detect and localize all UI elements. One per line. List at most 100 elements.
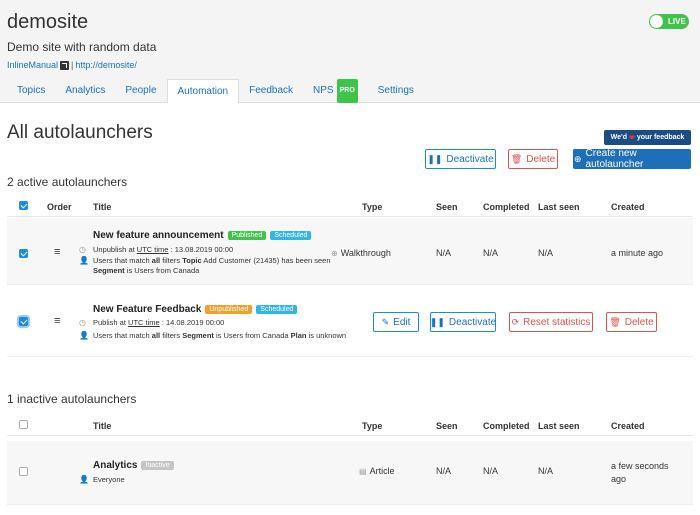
status-badge-unpublished: Unpublished: [205, 305, 253, 314]
seg-emph: all: [151, 256, 161, 265]
site-url-link[interactable]: http://demosite/: [75, 60, 137, 70]
select-all-active-checkbox[interactable]: [19, 201, 28, 210]
seg-emph: Segment: [182, 331, 214, 340]
status-badge-scheduled: Scheduled: [256, 305, 298, 314]
active-table-header: Order Title Type Seen Completed Last see…: [7, 199, 693, 217]
utc-time-link[interactable]: UTC time: [137, 245, 169, 254]
autolauncher-title[interactable]: New feature announcement Published Sched…: [93, 230, 312, 241]
status-badge-inactive: Inactive: [141, 461, 174, 470]
user-icon: 👤: [79, 475, 89, 484]
col-completed: Completed: [483, 202, 530, 212]
inactive-table-header: Title Type Seen Completed Last seen Crea…: [7, 418, 693, 436]
clock-icon: ◷: [79, 245, 86, 254]
deactivate-label: Deactivate: [448, 316, 497, 328]
clock-icon: ◷: [79, 318, 86, 327]
bulk-delete-button[interactable]: 🗑 Delete: [508, 149, 558, 169]
created-value: a minute ago: [611, 248, 664, 258]
type-value: Article: [369, 466, 395, 476]
seen-value: N/A: [436, 466, 452, 476]
status-badge-scheduled: Scheduled: [270, 231, 312, 240]
autolauncher-title[interactable]: New Feature Feedback Unpublished Schedul…: [93, 304, 298, 315]
site-title: demosite: [7, 11, 89, 33]
trash-icon: 🗑: [510, 153, 523, 164]
select-all-inactive-checkbox[interactable]: [19, 420, 28, 429]
drag-handle-icon[interactable]: ≡: [54, 316, 63, 327]
schedule-info: Unpublish at UTC time : 13.08.2019 00:00: [93, 245, 233, 255]
row-checkbox[interactable]: [19, 249, 28, 258]
seg-text: Add Customer (21435) has been seen: [203, 256, 331, 265]
created-line-2: ago: [611, 474, 627, 484]
col-seen: Seen: [436, 202, 458, 212]
reset-statistics-button[interactable]: ⟳ Reset statistics: [509, 312, 593, 332]
tab-feedback[interactable]: Feedback: [239, 79, 303, 103]
col-type: Type: [362, 202, 383, 212]
seg-emph: Topic: [182, 256, 202, 265]
link-separator: |: [71, 60, 74, 70]
seg-emph: Plan: [290, 331, 307, 340]
tab-automation[interactable]: Automation: [166, 79, 240, 104]
live-toggle[interactable]: LIVE: [649, 14, 689, 29]
user-icon: 👤: [79, 331, 89, 340]
row-checkbox[interactable]: [19, 467, 28, 476]
site-description: Demo site with random data: [7, 40, 157, 54]
bulk-delete-label: Delete: [526, 153, 556, 165]
schedule-prefix: Unpublish at: [93, 245, 135, 254]
create-autolauncher-button[interactable]: ⊕ Create new autolauncher: [573, 148, 691, 170]
status-badge-published: Published: [227, 231, 267, 240]
delete-button[interactable]: 🗑 Delete: [606, 312, 657, 332]
pause-icon: ❚❚: [427, 153, 443, 164]
live-label: LIVE: [668, 17, 686, 26]
brand-link[interactable]: InlineManual: [7, 60, 58, 70]
table-row[interactable]: ≡ New Feature Feedback Unpublished Sched…: [7, 289, 693, 357]
trash-icon: 🗑: [609, 316, 621, 327]
site-links: InlineManual | http://demosite/: [7, 60, 137, 70]
table-row[interactable]: ≡ New feature announcement Published Sch…: [7, 218, 693, 285]
completed-value: N/A: [483, 248, 499, 258]
edit-label: Edit: [393, 316, 411, 328]
site-header: demosite Demo site with random data Inli…: [0, 0, 700, 104]
created-value: a few seconds ago: [611, 460, 669, 486]
col-last-seen: Last seen: [538, 421, 580, 431]
seg-text: filters: [162, 256, 181, 265]
table-row[interactable]: Analytics Inactive 👤 Everyone ▤ Article N…: [7, 441, 693, 505]
seg-text: Users that match: [93, 256, 150, 265]
tab-analytics[interactable]: Analytics: [55, 79, 115, 103]
deactivate-button[interactable]: ❚❚ Deactivate: [430, 312, 496, 332]
external-link-icon[interactable]: [60, 60, 70, 70]
autolauncher-title-text: New Feature Feedback: [93, 304, 202, 315]
schedule-info: Publish at UTC time : 14.08.2019 00:00: [93, 318, 224, 328]
tab-topics[interactable]: Topics: [7, 79, 55, 103]
schedule-value: : 13.08.2019 00:00: [170, 245, 234, 254]
autolauncher-title-text: New feature announcement: [93, 230, 224, 241]
seg-text: is Users from Canada: [216, 331, 289, 340]
seg-emph: all: [151, 331, 161, 340]
tab-people[interactable]: People: [115, 79, 166, 103]
tab-settings[interactable]: Settings: [368, 79, 424, 103]
schedule-value: : 14.08.2019 00:00: [161, 318, 225, 327]
heart-icon: ❤: [628, 134, 635, 142]
type-value: Walkthrough: [340, 248, 391, 258]
schedule-prefix: Publish at: [93, 318, 126, 327]
seg-text: Users that match: [93, 331, 150, 340]
utc-time-link[interactable]: UTC time: [128, 318, 160, 327]
edit-button[interactable]: ✎ Edit: [373, 312, 419, 332]
col-created: Created: [611, 421, 645, 431]
last-seen-value: N/A: [538, 466, 554, 476]
segment-info: Users that match all filters Segment is …: [93, 331, 383, 341]
feedback-button[interactable]: We'd ❤ your feedback: [604, 130, 691, 145]
col-order: Order: [47, 202, 72, 212]
segment-info: Users that match all filters Topic Add C…: [93, 256, 363, 276]
active-section-title: 2 active autolaunchers: [7, 175, 128, 189]
last-seen-value: N/A: [538, 248, 554, 258]
col-last-seen: Last seen: [538, 202, 580, 212]
delete-label: Delete: [624, 316, 654, 328]
row-checkbox[interactable]: [19, 317, 28, 326]
toggle-knob: [650, 15, 663, 28]
bulk-deactivate-button[interactable]: ❚❚ Deactivate: [425, 149, 496, 169]
plus-circle-icon: ⊕: [574, 153, 582, 164]
tab-nps[interactable]: NPS PRO: [303, 79, 368, 103]
autolauncher-title[interactable]: Analytics Inactive: [93, 460, 174, 471]
drag-handle-icon[interactable]: ≡: [54, 247, 63, 258]
reset-statistics-label: Reset statistics: [523, 316, 591, 328]
pencil-icon: ✎: [381, 316, 390, 327]
